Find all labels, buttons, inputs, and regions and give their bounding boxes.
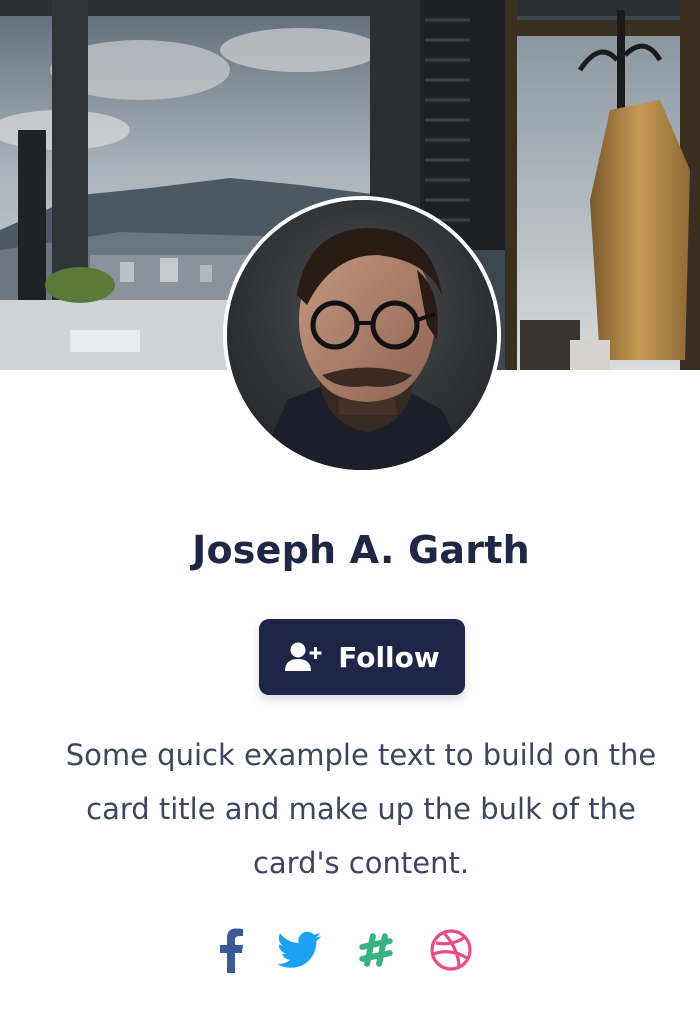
profile-description: Some quick example text to build on the … xyxy=(65,738,657,880)
follow-button-label: Follow xyxy=(338,640,440,674)
profile-name: Joseph A. Garth xyxy=(192,528,530,572)
dribbble-icon[interactable] xyxy=(425,924,477,976)
slack-icon[interactable] xyxy=(350,924,402,976)
user-plus-icon xyxy=(284,641,324,673)
follow-button[interactable]: Follow xyxy=(259,619,465,695)
social-links xyxy=(0,924,700,976)
facebook-icon[interactable] xyxy=(205,924,257,976)
avatar xyxy=(223,196,501,474)
profile-card: Joseph A. Garth Follow Some quick exampl… xyxy=(0,0,700,1034)
twitter-icon[interactable] xyxy=(273,924,325,976)
